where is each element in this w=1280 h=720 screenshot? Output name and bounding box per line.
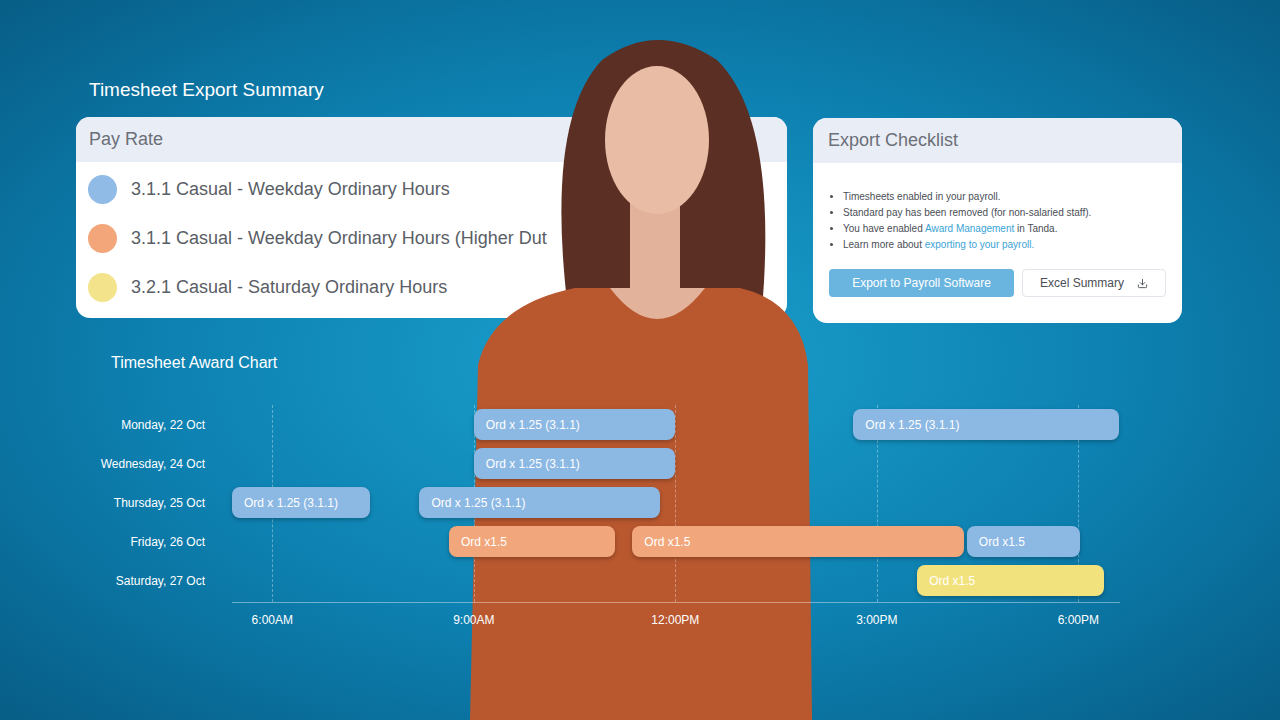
chart-row: Wednesday, 24 Oct Ord x 1.25 (3.1.1) xyxy=(0,444,1280,483)
pay-rate-dot xyxy=(88,273,117,302)
x-axis-tick: 6:00AM xyxy=(252,611,293,629)
pay-rate-label: 3.1.1 Casual - Weekday Ordinary Hours xyxy=(131,176,450,203)
x-axis-line xyxy=(232,602,1120,603)
shift-bar[interactable]: Ord x 1.25 (3.1.1) xyxy=(419,487,659,518)
shift-bar[interactable]: Ord x1.5 xyxy=(967,526,1080,557)
chart-body: Monday, 22 OctOrd x 1.25 (3.1.1)Ord x 1.… xyxy=(0,405,1280,635)
chart-row: Monday, 22 OctOrd x 1.25 (3.1.1)Ord x 1.… xyxy=(0,405,1280,444)
pay-rate-label: 3.1.1 Casual - Weekday Ordinary Hours (H… xyxy=(131,225,547,252)
pay-rate-header: Pay Rate xyxy=(76,117,787,162)
summary-column: Timesheet Export SummaryPay Rate3.1.1 Ca… xyxy=(76,78,787,318)
pay-rate-row: 3.2.1 Casual - Saturday Ordinary Hours xyxy=(76,263,787,312)
checklist-header: Export Checklist xyxy=(813,118,1182,163)
checklist-item: You have enabled Award Management in Tan… xyxy=(843,221,1172,237)
download-icon xyxy=(1137,278,1148,289)
chart-row: Friday, 26 OctOrd x1.5Ord x1.5Ord x1.5 xyxy=(0,522,1280,561)
row-track: Ord x 1.25 (3.1.1) Ord x 1.25 (3.1.1) xyxy=(232,405,1120,444)
x-axis-labels: 6:00AM 9:00AM 12:00PM 3:00PM 6:00PM xyxy=(232,611,1120,635)
presenter-video xyxy=(440,0,820,720)
award-chart: Timesheet Award Chart Monday, 22 Oct Ord x… xyxy=(0,353,1280,635)
chart-row: Thursday, 25 OctOrd x 1.25 (3.1.1)Ord x … xyxy=(0,483,1280,522)
shift-bar[interactable]: Ord x1.5 xyxy=(632,526,964,557)
row-track: Ord x1.5 xyxy=(232,561,1120,600)
shift-bar[interactable]: Ord x 1.25 (3.1.1) xyxy=(853,409,1118,440)
chart-row: Saturday, 27 Oct Ord x1.5 xyxy=(0,561,1280,600)
row-day-label: Thursday, 25 Oct xyxy=(0,494,205,512)
row-track: Ord x1.5Ord x1.5Ord x1.5 xyxy=(232,522,1120,561)
shift-bar[interactable]: Ord x 1.25 (3.1.1) xyxy=(474,448,676,479)
pay-rate-card: Pay Rate3.1.1 Casual - Weekday Ordinary … xyxy=(76,117,787,318)
checklist-link[interactable]: exporting to your payroll. xyxy=(925,239,1035,250)
excel-summary-button[interactable]: Excel Summary xyxy=(1022,269,1166,297)
row-day-label: Saturday, 27 Oct xyxy=(0,572,205,590)
row-track: Ord x 1.25 (3.1.1) Ord x 1.25 (3.1.1) xyxy=(232,483,1120,522)
row-day-label: Friday, 26 Oct xyxy=(0,533,205,551)
row-track: Ord x 1.25 (3.1.1) xyxy=(232,444,1120,483)
checklist-item: Learn more about exporting to your payro… xyxy=(843,237,1172,253)
pay-rate-dot xyxy=(88,224,117,253)
checklist-link[interactable]: Award Management xyxy=(925,223,1014,234)
pay-rate-label: 3.2.1 Casual - Saturday Ordinary Hours xyxy=(131,274,447,301)
row-day-label: Wednesday, 24 Oct xyxy=(0,455,205,473)
shift-bar[interactable]: Ord x 1.25 (3.1.1) xyxy=(474,409,676,440)
checklist-item: Timesheets enabled in your payroll. xyxy=(843,189,1172,205)
shift-bar[interactable]: Ord x1.5 xyxy=(449,526,615,557)
chart-title: Timesheet Award Chart xyxy=(0,353,1280,373)
x-axis-tick: 12:00PM xyxy=(651,611,699,629)
screen: Timesheet Export SummaryPay Rate3.1.1 Ca… xyxy=(0,0,1280,720)
row-day-label: Monday, 22 Oct xyxy=(0,416,205,434)
checklist-buttons: Export to Payroll Software Excel Summary xyxy=(813,269,1182,297)
gridline xyxy=(675,405,676,602)
shift-bar[interactable]: Ord x1.5 xyxy=(917,565,1104,596)
pay-rate-list: 3.1.1 Casual - Weekday Ordinary Hours 3.1… xyxy=(76,162,787,318)
pay-rate-row: 3.1.1 Casual - Weekday Ordinary Hours xyxy=(76,165,787,214)
pay-rate-dot xyxy=(88,175,117,204)
shift-bar[interactable]: Ord x 1.25 (3.1.1) xyxy=(232,487,370,518)
x-axis-tick: 9:00AM xyxy=(453,611,494,629)
excel-summary-label: Excel Summary xyxy=(1040,274,1124,292)
export-button[interactable]: Export to Payroll Software xyxy=(829,269,1014,297)
x-axis-tick: 6:00PM xyxy=(1058,611,1099,629)
export-checklist-card: Export ChecklistTimesheets enabled in yo… xyxy=(813,118,1182,323)
checklist-list: Timesheets enabled in your payroll.Stand… xyxy=(813,163,1182,253)
x-axis-tick: 3:00PM xyxy=(856,611,897,629)
pay-rate-row: 3.1.1 Casual - Weekday Ordinary Hours (H… xyxy=(76,214,787,263)
top-section: Timesheet Export SummaryPay Rate3.1.1 Ca… xyxy=(0,0,1280,323)
checklist-item: Standard pay has been removed (for non-s… xyxy=(843,205,1172,221)
summary-title: Timesheet Export Summary xyxy=(89,78,787,102)
